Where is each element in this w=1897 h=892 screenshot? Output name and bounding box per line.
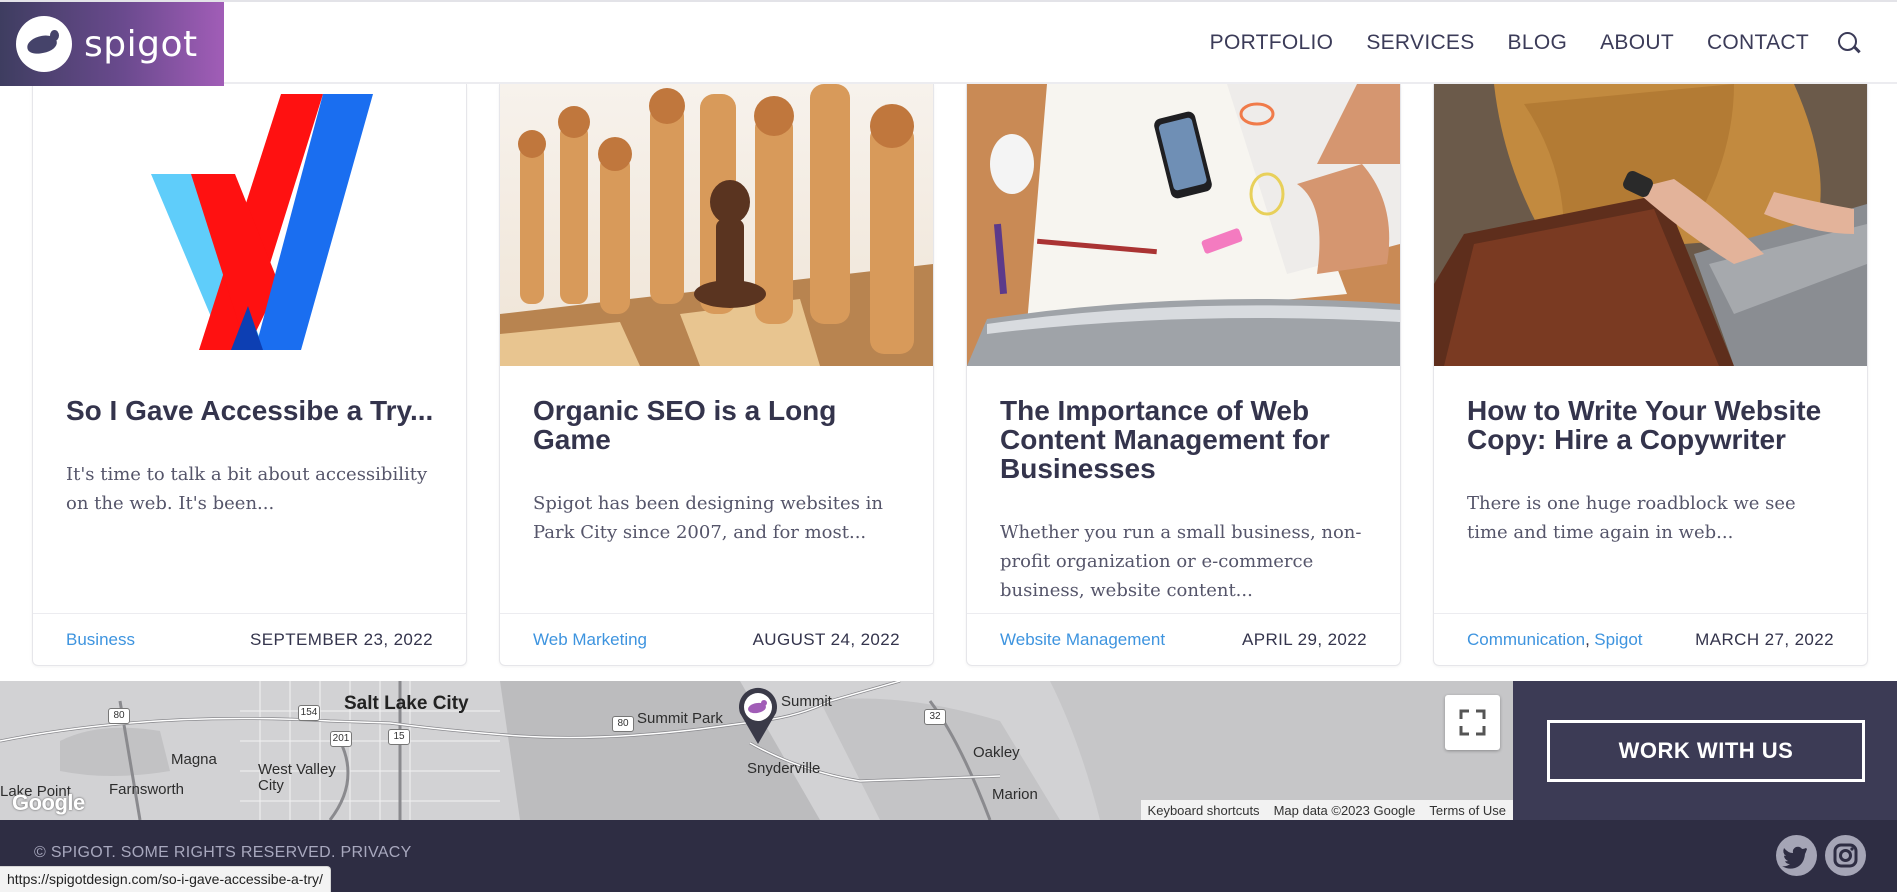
map-label-snyderville: Snyderville bbox=[747, 760, 821, 777]
road-shield-154: 154 bbox=[298, 705, 320, 721]
site-logo[interactable]: spigot bbox=[0, 2, 224, 86]
post-image-laptop-typing[interactable] bbox=[1434, 84, 1867, 366]
post-card[interactable]: The Importance of Web Content Management… bbox=[966, 84, 1401, 666]
main-nav: PORTFOLIO SERVICES BLOG ABOUT CONTACT bbox=[1177, 2, 1861, 84]
nav-services[interactable]: SERVICES bbox=[1366, 31, 1474, 55]
keyboard-shortcuts-link[interactable]: Keyboard shortcuts bbox=[1141, 803, 1267, 818]
cta-panel: WORK WITH US bbox=[1513, 681, 1897, 820]
logo-text: spigot bbox=[84, 23, 198, 65]
post-image-desk-workspace[interactable] bbox=[967, 84, 1400, 366]
post-meta: Business SEPTEMBER 23, 2022 bbox=[33, 613, 466, 665]
post-category-link-2[interactable]: Spigot bbox=[1594, 630, 1642, 649]
post-excerpt: Spigot has been designing websites in Pa… bbox=[533, 493, 883, 543]
map-label-west-valley-city: West Valley City bbox=[258, 761, 336, 794]
post-excerpt: It's time to talk a bit about accessibil… bbox=[66, 464, 428, 514]
nav-about[interactable]: ABOUT bbox=[1600, 31, 1674, 55]
nav-contact[interactable]: CONTACT bbox=[1707, 31, 1809, 55]
map-label-marion: Marion bbox=[992, 786, 1038, 803]
terms-of-use-link[interactable]: Terms of Use bbox=[1422, 803, 1513, 818]
map-label-magna: Magna bbox=[171, 751, 217, 768]
post-title[interactable]: The Importance of Web Content Management… bbox=[1000, 396, 1375, 483]
map-label-salt-lake-city: Salt Lake City bbox=[344, 693, 469, 714]
location-map[interactable]: Salt Lake City Summit Summit Park Magna … bbox=[0, 681, 1513, 820]
map-data-credit: Map data ©2023 Google bbox=[1273, 802, 1416, 818]
post-image-accessibe-logo[interactable] bbox=[33, 84, 466, 366]
road-shield-15: 15 bbox=[388, 729, 410, 745]
road-shield-80-east: 80 bbox=[612, 716, 634, 732]
fullscreen-icon bbox=[1459, 709, 1486, 736]
search-icon[interactable] bbox=[1837, 31, 1861, 55]
map-pin-icon[interactable] bbox=[737, 687, 779, 745]
post-title[interactable]: How to Write Your Website Copy: Hire a C… bbox=[1467, 396, 1842, 454]
post-excerpt: There is one huge roadblock we see time … bbox=[1467, 493, 1796, 543]
map-label-farnsworth: Farnsworth bbox=[109, 781, 185, 798]
instagram-icon[interactable] bbox=[1825, 835, 1866, 876]
post-category-link[interactable]: Web Marketing bbox=[533, 630, 647, 650]
copyright-text[interactable]: © SPIGOT. SOME RIGHTS RESERVED. PRIVACY bbox=[34, 844, 412, 862]
post-category-link[interactable]: Communication bbox=[1467, 630, 1585, 649]
post-date: APRIL 29, 2022 bbox=[1242, 629, 1367, 649]
map-fullscreen-button[interactable] bbox=[1445, 695, 1500, 750]
map-label-oakley: Oakley bbox=[973, 744, 1020, 761]
post-meta: Web Marketing AUGUST 24, 2022 bbox=[500, 613, 933, 665]
post-date: MARCH 27, 2022 bbox=[1695, 629, 1834, 649]
post-category-link[interactable]: Business bbox=[66, 630, 135, 650]
work-with-us-button[interactable]: WORK WITH US bbox=[1547, 720, 1865, 782]
twitter-icon[interactable] bbox=[1776, 835, 1817, 876]
map-label-summit: Summit bbox=[781, 693, 832, 710]
google-logo: Google bbox=[12, 790, 85, 815]
post-excerpt: Whether you run a small business, non-pr… bbox=[1000, 522, 1362, 601]
blog-post-grid: So I Gave Accessibe a Try... It's time t… bbox=[32, 84, 1868, 666]
post-card[interactable]: Organic SEO is a Long Game Spigot has be… bbox=[499, 84, 934, 666]
post-categories: Communication, Spigot bbox=[1467, 629, 1643, 649]
post-category-link[interactable]: Website Management bbox=[1000, 630, 1165, 650]
post-date: SEPTEMBER 23, 2022 bbox=[250, 629, 433, 649]
post-card[interactable]: So I Gave Accessibe a Try... It's time t… bbox=[32, 84, 467, 666]
post-date: AUGUST 24, 2022 bbox=[752, 629, 900, 649]
post-meta: Communication, Spigot MARCH 27, 2022 bbox=[1434, 613, 1867, 665]
post-meta: Website Management APRIL 29, 2022 bbox=[967, 613, 1400, 665]
browser-status-url: https://spigotdesign.com/so-i-gave-acces… bbox=[0, 866, 331, 892]
spigot-logo-icon bbox=[16, 16, 72, 72]
map-label-summit-park: Summit Park bbox=[637, 710, 723, 727]
nav-portfolio[interactable]: PORTFOLIO bbox=[1210, 31, 1334, 55]
post-card[interactable]: How to Write Your Website Copy: Hire a C… bbox=[1433, 84, 1868, 666]
road-shield-201: 201 bbox=[330, 731, 352, 747]
post-title[interactable]: Organic SEO is a Long Game bbox=[533, 396, 908, 454]
nav-blog[interactable]: BLOG bbox=[1508, 31, 1568, 55]
road-shield-32: 32 bbox=[924, 709, 946, 725]
site-header: spigot PORTFOLIO SERVICES BLOG ABOUT CON… bbox=[0, 0, 1897, 86]
map-attribution: Keyboard shortcuts Map data ©2023 Google… bbox=[1140, 800, 1513, 820]
post-title[interactable]: So I Gave Accessibe a Try... bbox=[66, 396, 441, 425]
post-image-chess-pieces[interactable] bbox=[500, 84, 933, 366]
road-shield-80: 80 bbox=[108, 708, 130, 724]
